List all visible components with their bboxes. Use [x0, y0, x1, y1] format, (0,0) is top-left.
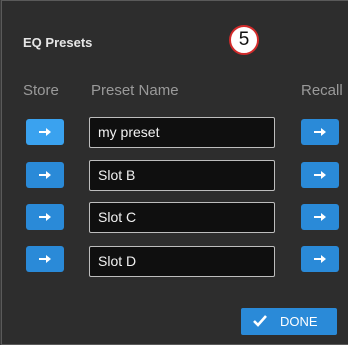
arrow-right-icon [39, 171, 51, 179]
preset-name-field-1[interactable]: my preset [89, 117, 275, 148]
store-button-3[interactable] [26, 204, 64, 230]
arrow-right-icon [39, 213, 51, 221]
done-button[interactable]: DONE [241, 308, 337, 335]
checkmark-icon [253, 315, 267, 327]
done-button-label: DONE [280, 314, 318, 329]
edge-mark [1, 186, 5, 200]
eq-presets-dialog: EQ Presets 5 Store Preset Name Recall my… [0, 0, 348, 345]
recall-button-1[interactable] [301, 119, 339, 145]
arrow-right-icon [314, 213, 326, 221]
recall-button-3[interactable] [301, 204, 339, 230]
store-button-4[interactable] [26, 246, 64, 272]
column-header-store: Store [23, 82, 59, 99]
store-button-1[interactable] [26, 119, 64, 145]
arrow-right-icon [314, 128, 326, 136]
arrow-right-icon [39, 128, 51, 136]
column-header-preset-name: Preset Name [91, 82, 179, 99]
preset-name-field-2[interactable]: Slot B [89, 160, 275, 191]
dialog-title: EQ Presets [23, 35, 93, 50]
arrow-right-icon [314, 171, 326, 179]
recall-button-2[interactable] [301, 162, 339, 188]
column-header-recall: Recall [301, 82, 343, 99]
arrow-right-icon [314, 255, 326, 263]
preset-name-field-4[interactable]: Slot D [89, 246, 275, 277]
callout-number-badge: 5 [229, 25, 259, 55]
arrow-right-icon [39, 255, 51, 263]
recall-button-4[interactable] [301, 246, 339, 272]
store-button-2[interactable] [26, 162, 64, 188]
preset-name-field-3[interactable]: Slot C [89, 202, 275, 233]
